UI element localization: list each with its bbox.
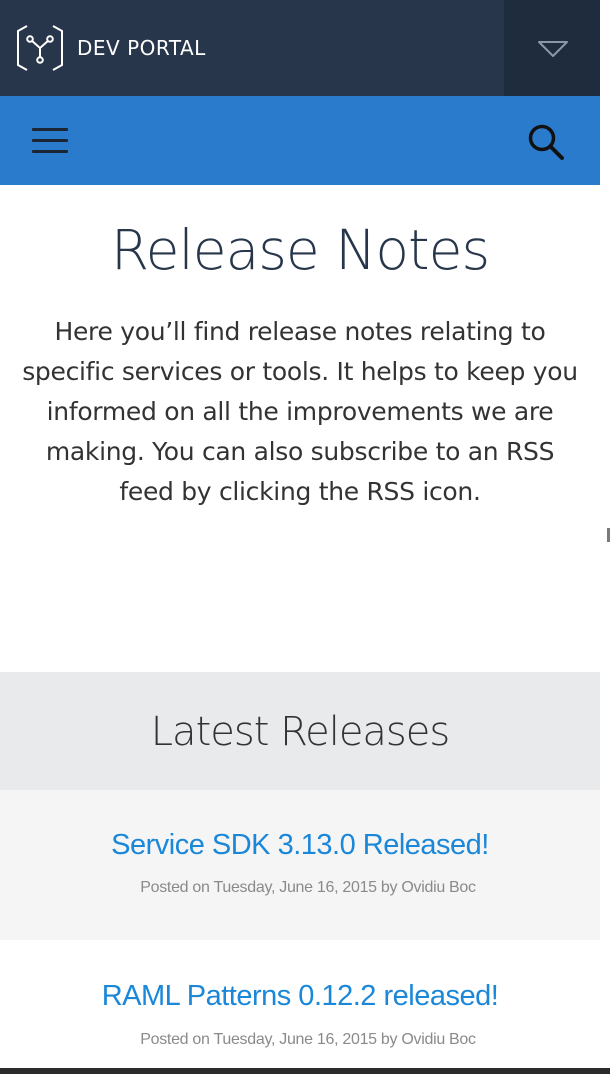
- release-meta: Posted on Tuesday, June 16, 2015 by Ovid…: [140, 1031, 476, 1048]
- page: DEV PORTAL Release Notes Here you’ll fin…: [0, 0, 600, 1070]
- latest-releases-heading: Latest Releases: [150, 709, 450, 755]
- release-meta: Posted on Tuesday, June 16, 2015 by Ovid…: [140, 879, 476, 896]
- hamburger-icon[interactable]: [32, 128, 68, 154]
- release-link[interactable]: RAML Patterns 0.12.2 released!: [0, 976, 600, 1016]
- page-description: Here you’ll find release notes relating …: [22, 317, 578, 506]
- brand-name[interactable]: DEV PORTAL: [77, 34, 206, 62]
- page-title: Release Notes: [110, 218, 490, 282]
- chevron-down-icon: [538, 41, 568, 57]
- search-icon[interactable]: [526, 122, 566, 162]
- nav-bar: [0, 96, 600, 185]
- scrollbar-track[interactable]: [600, 0, 610, 1074]
- node-graph-hex-logo[interactable]: [14, 22, 66, 74]
- header-menu-toggle[interactable]: [504, 0, 600, 96]
- release-item: [0, 790, 600, 940]
- release-link[interactable]: Service SDK 3.13.0 Released!: [0, 825, 600, 865]
- window-bottom-edge: [0, 1068, 610, 1074]
